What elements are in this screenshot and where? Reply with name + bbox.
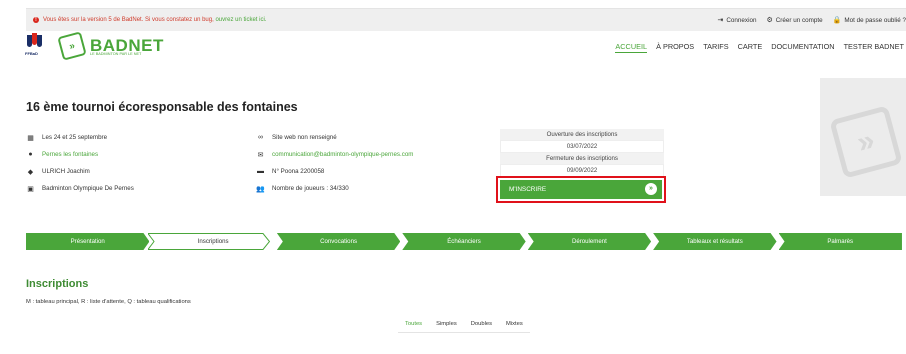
register-label: M'INSCRIRE [509, 186, 547, 193]
gear-icon: ⚙ [766, 17, 773, 24]
step-deroulement[interactable]: Déroulement [528, 233, 651, 250]
step-echeanciers[interactable]: Échéanciers [402, 233, 525, 250]
poona-label: N° Poona 2200058 [272, 168, 325, 175]
email-link[interactable]: communication@badminton-olympique-pernes… [272, 151, 413, 158]
shield-icon: ◆ [27, 168, 34, 176]
step-convocations[interactable]: Convocations [277, 233, 400, 250]
nav-accueil[interactable]: ACCUEIL [615, 42, 648, 53]
step-palmares[interactable]: Palmarès [778, 233, 902, 250]
create-account-link[interactable]: ⚙ Créer un compte [766, 16, 823, 25]
create-account-label: Créer un compte [775, 16, 823, 24]
filter-toutes[interactable]: Toutes [398, 319, 430, 333]
account-links: ⇥ Connexion ⚙ Créer un compte 🔒 Mot de pass… [717, 16, 906, 25]
email-info: ✉ communication@badminton-olympique-pern… [256, 150, 414, 159]
step-tableaux[interactable]: Tableaux et résultats [653, 233, 776, 250]
ffbad-logo[interactable]: FFBaD [25, 33, 42, 57]
link-icon: ∞ [258, 134, 263, 141]
brand-tagline: LE BADMINTON PAR LE NET [90, 52, 142, 56]
id-card-icon: ▣ [27, 185, 34, 193]
login-icon: ⇥ [717, 17, 724, 24]
login-label: Connexion [726, 16, 757, 24]
mail-icon: ✉ [257, 151, 264, 159]
club-info: ▣ Badminton Olympique De Pernes [26, 184, 134, 193]
login-link[interactable]: ⇥ Connexion [717, 16, 757, 25]
registration-dates: Ouverture des inscriptions 03/07/2022 Fe… [500, 129, 664, 177]
nav-tester-badnet[interactable]: TESTER BADNET [844, 42, 904, 53]
players-label: Nombre de joueurs : 34/330 [272, 185, 349, 192]
open-date: 03/07/2022 [500, 140, 664, 153]
forgot-password-link[interactable]: 🔒 Mot de passe oublié ? [832, 16, 906, 25]
filter-tabs: Toutes Simples Doubles Mixtes [398, 319, 530, 333]
open-label: Ouverture des inscriptions [500, 129, 664, 140]
forgot-password-label: Mot de passe oublié ? [844, 16, 906, 24]
club-label: Badminton Olympique De Pernes [42, 185, 134, 192]
notice-text: Vous êtes sur la version 5 de BadNet. Si… [43, 17, 214, 23]
close-label: Fermeture des inscriptions [500, 153, 664, 164]
page-title: 16 ème tournoi écoresponsable des fontai… [26, 100, 298, 114]
organizer-label: ULRICH Joachim [42, 168, 90, 175]
shuttlecock-icon: » [829, 105, 903, 179]
step-presentation[interactable]: Présentation [26, 233, 149, 250]
players-info: 👥 Nombre de joueurs : 34/330 [256, 184, 349, 193]
organizer-info: ◆ ULRICH Joachim [26, 167, 90, 176]
warning-icon: ! [33, 17, 39, 23]
poona-info: ▬ N° Poona 2200058 [256, 167, 324, 176]
double-chevron-icon: » [645, 183, 657, 195]
filter-doubles[interactable]: Doubles [463, 319, 499, 333]
filter-mixtes[interactable]: Mixtes [499, 319, 530, 333]
map-pin-icon: ● [28, 151, 33, 158]
register-button[interactable]: M'INSCRIRE » [500, 180, 662, 199]
location-info: ● Pernes les fontaines [26, 150, 98, 159]
active-step-outline [148, 233, 270, 250]
nav-documentation[interactable]: DOCUMENTATION [771, 42, 834, 53]
dates-info: ▦ Les 24 et 25 septembre [26, 133, 107, 142]
shuttlecock-icon: » [57, 31, 87, 61]
lock-icon: 🔒 [832, 17, 842, 24]
site-header: FFBaD » BADNET LE BADMINTON PAR LE NET A… [25, 30, 906, 68]
folder-icon: ▬ [257, 168, 264, 175]
register-highlight: M'INSCRIRE » [496, 176, 666, 203]
tournament-logo: » [820, 78, 906, 196]
location-link[interactable]: Pernes les fontaines [42, 151, 98, 158]
badnet-logo[interactable]: » BADNET LE BADMINTON PAR LE NET [57, 31, 164, 61]
nav-a-propos[interactable]: À PROPOS [656, 42, 694, 53]
website-label: Site web non renseigné [272, 134, 337, 141]
users-icon: 👥 [256, 185, 265, 193]
table-legend: M : tableau principal, R : liste d'atten… [26, 299, 191, 305]
section-title: Inscriptions [26, 278, 89, 290]
dates-label: Les 24 et 25 septembre [42, 134, 108, 141]
nav-carte[interactable]: CARTE [738, 42, 763, 53]
ticket-link[interactable]: ouvrez un ticket ici. [215, 17, 266, 23]
website-info: ∞ Site web non renseigné [256, 133, 337, 142]
nav-tarifs[interactable]: TARIFS [703, 42, 728, 53]
main-nav: ACCUEIL À PROPOS TARIFS CARTE DOCUMENTAT… [615, 42, 904, 53]
ffbad-label: FFBaD [25, 51, 38, 56]
filter-simples[interactable]: Simples [429, 319, 464, 333]
top-notice-bar: ! Vous êtes sur la version 5 de BadNet. … [26, 8, 906, 31]
version-notice: Vous êtes sur la version 5 de BadNet. Si… [43, 17, 266, 23]
calendar-icon: ▦ [27, 134, 34, 142]
